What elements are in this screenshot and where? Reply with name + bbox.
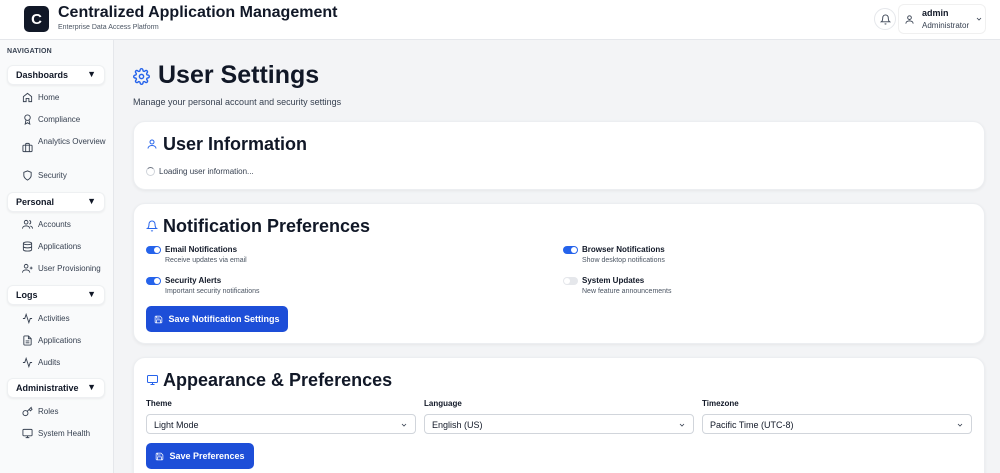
theme-select[interactable]: Light Mode: [146, 414, 416, 434]
security-alerts-toggle[interactable]: [146, 277, 161, 285]
sidebar-item-label: User Provisioning: [38, 264, 101, 273]
collapse-arrow-icon: ▼: [87, 382, 96, 392]
save-icon: [156, 452, 164, 460]
sidebar-section-dashboards[interactable]: Dashboards ▼: [7, 65, 105, 85]
notification-preferences-card: Notification Preferences Email Notificat…: [133, 203, 985, 344]
theme-label: Theme: [146, 399, 172, 408]
chevron-down-icon: [401, 423, 407, 427]
select-value: English (US): [432, 420, 483, 430]
file-icon: [23, 335, 32, 346]
browser-notifications-toggle[interactable]: [563, 246, 578, 254]
sidebar-item-label: Activities: [38, 314, 70, 323]
pref-title: System Updates: [582, 276, 645, 285]
section-title: Dashboards: [16, 70, 69, 80]
pref-title: Security Alerts: [165, 276, 222, 285]
user-plus-icon: [22, 263, 33, 273]
timezone-label: Timezone: [702, 399, 739, 408]
language-select[interactable]: English (US): [424, 414, 694, 434]
sidebar-section-administrative[interactable]: Administrative ▼: [7, 378, 105, 398]
section-title: Logs: [16, 290, 38, 300]
page-description: Manage your personal account and securit…: [133, 97, 342, 107]
chevron-down-icon: [679, 423, 685, 427]
app-header: C Centralized Application Management Ent…: [0, 0, 1000, 40]
sidebar-item-label: Security: [38, 171, 67, 180]
collapse-arrow-icon: ▼: [87, 196, 96, 206]
pref-description: New feature announcements: [582, 288, 672, 295]
pref-description: Receive updates via email: [165, 257, 247, 264]
chevron-down-icon: [976, 17, 982, 21]
user-information-card: User Information Loading user informatio…: [133, 121, 985, 190]
database-icon: [22, 241, 33, 252]
sidebar-item-label: Home: [38, 93, 60, 102]
email-notifications-toggle[interactable]: [146, 246, 161, 254]
pref-description: Important security notifications: [165, 288, 260, 295]
select-value: Light Mode: [154, 420, 199, 430]
sidebar-section-personal[interactable]: Personal ▼: [7, 192, 105, 212]
app-title: Centralized Application Management: [58, 4, 338, 21]
sidebar-item-label: System Health: [38, 429, 91, 438]
nav-label: NAVIGATION: [7, 48, 52, 55]
gear-icon: [133, 68, 150, 85]
button-label: Save Preferences: [169, 451, 245, 461]
save-preferences-button[interactable]: Save Preferences: [146, 443, 254, 469]
spinner-icon: [146, 167, 155, 176]
save-notification-settings-button[interactable]: Save Notification Settings: [146, 306, 288, 332]
sidebar-item-label: Compliance: [38, 115, 81, 124]
timezone-select[interactable]: Pacific Time (UTC-8): [702, 414, 972, 434]
button-label: Save Notification Settings: [168, 314, 280, 324]
notifications-button[interactable]: [874, 8, 896, 30]
sidebar-item-label: Audits: [38, 358, 61, 367]
section-title: Personal: [16, 197, 55, 207]
loading-indicator: Loading user information...: [146, 167, 254, 176]
monitor-icon: [147, 375, 158, 385]
collapse-arrow-icon: ▼: [87, 69, 96, 79]
monitor-icon: [22, 428, 33, 439]
home-icon: [22, 92, 33, 103]
system-updates-toggle[interactable]: [563, 277, 578, 285]
language-label: Language: [424, 399, 462, 408]
app-logo[interactable]: C: [24, 6, 49, 32]
sidebar-item-label: Analytics Overview: [38, 137, 106, 146]
user-menu[interactable]: admin Administrator: [898, 4, 986, 34]
sidebar-item-label: Roles: [38, 407, 59, 416]
pref-title: Browser Notifications: [582, 245, 665, 254]
key-icon: [22, 406, 33, 417]
user-name: admin: [922, 8, 949, 18]
chevron-down-icon: [957, 423, 963, 427]
loading-text: Loading user information...: [159, 167, 254, 176]
bell-icon: [879, 14, 891, 25]
sidebar-item-label: Accounts: [38, 220, 71, 229]
user-role: Administrator: [922, 21, 970, 30]
page-title: User Settings: [158, 61, 320, 89]
sidebar-item-label: Applications: [38, 336, 82, 345]
save-icon: [155, 315, 163, 323]
appearance-preferences-card: Appearance & Preferences Theme Light Mod…: [133, 357, 985, 473]
pref-description: Show desktop notifications: [582, 257, 665, 264]
sidebar-section-logs[interactable]: Logs ▼: [7, 285, 105, 305]
sidebar-item-label: Applications: [38, 242, 82, 251]
app-subtitle: Enterprise Data Access Platform: [58, 24, 159, 31]
bell-icon: [146, 220, 158, 232]
activity-icon: [22, 357, 33, 368]
activity-icon: [22, 313, 33, 324]
card-title: Notification Preferences: [163, 216, 371, 236]
card-title: Appearance & Preferences: [163, 370, 393, 390]
users-icon: [22, 219, 33, 229]
sidebar: NAVIGATION Dashboards ▼ Home Compliance …: [0, 40, 114, 473]
award-icon: [24, 114, 31, 125]
briefcase-icon: [22, 142, 33, 153]
user-icon: [905, 15, 914, 24]
collapse-arrow-icon: ▼: [87, 289, 96, 299]
card-title: User Information: [163, 134, 308, 154]
shield-icon: [23, 170, 32, 181]
section-title: Administrative: [16, 383, 79, 393]
pref-title: Email Notifications: [165, 245, 238, 254]
user-icon: [147, 139, 157, 149]
select-value: Pacific Time (UTC-8): [710, 420, 794, 430]
